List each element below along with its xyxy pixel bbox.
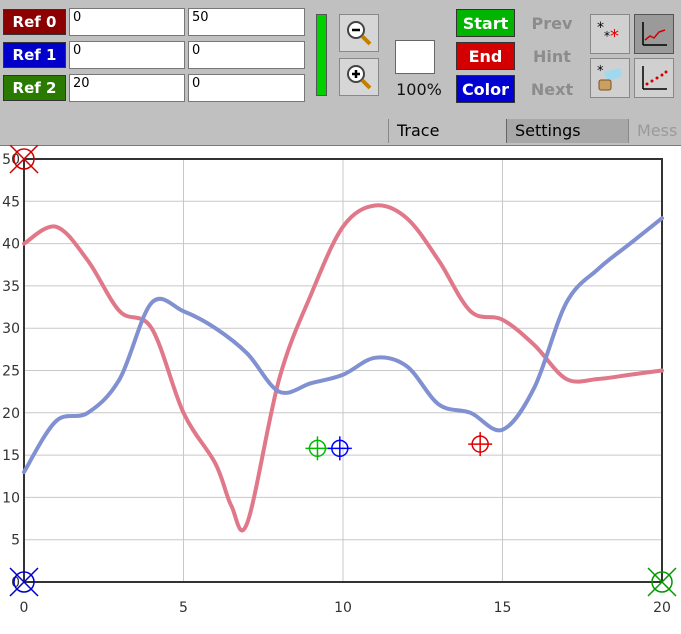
svg-text:*: * [597,64,604,79]
hint-button[interactable]: Hint [522,47,582,66]
prev-button[interactable]: Prev [522,14,582,33]
y-tick-label-4: 20 [2,406,20,422]
start-button[interactable]: Start [456,9,515,37]
tab-settings[interactable]: Settings [506,119,628,143]
sparkle-points-icon: * * * [597,20,619,47]
ref-2-x-input[interactable]: 20 [69,74,185,102]
color-button[interactable]: Color [456,75,515,103]
y-tick-label-7: 35 [2,279,20,295]
svg-text:*: * [610,26,619,47]
y-tick-label-1: 5 [11,533,20,549]
marker-4[interactable] [327,436,352,461]
end-button[interactable]: End [456,42,515,70]
spray-eraser-icon: * [597,64,622,91]
marker-2[interactable] [647,567,677,597]
ref-0-x-input[interactable]: 0 [69,8,185,36]
x-tick-label-1: 5 [179,600,188,616]
auto-point-tool-button[interactable]: * * * [590,14,630,54]
tab-messages[interactable]: Mess [628,119,681,143]
ref-1-button[interactable]: Ref 1 [3,42,66,68]
eraser-tool-button[interactable]: * [590,58,630,98]
ref-1-x-input[interactable]: 0 [69,41,185,69]
x-tick-labels: 0 5 10 15 20 [20,600,671,616]
plot-canvas[interactable]: 05101520253035404550 0 5 10 15 20 [0,145,681,634]
line-chart-icon [642,22,667,46]
y-tick-label-2: 10 [2,490,20,506]
y-tick-label-5: 25 [2,364,20,380]
ref-1-y-input[interactable]: 0 [188,41,305,69]
status-bar [316,14,327,96]
plot-grid [23,158,663,583]
x-tick-label-3: 15 [494,600,512,616]
x-tick-label-0: 0 [20,600,29,616]
zoom-out-button[interactable] [339,14,379,52]
curve-tool-button[interactable] [634,14,674,54]
y-tick-label-6: 30 [2,321,20,337]
toolbar: Ref 0 0 50 Ref 1 0 0 Ref 2 20 0 100% Sta… [0,0,681,146]
zoom-in-button[interactable] [339,58,379,96]
y-tick-label-8: 40 [2,237,20,253]
y-tick-label-9: 45 [2,194,20,210]
points-tool-button[interactable] [634,58,674,98]
y-tick-labels: 05101520253035404550 [2,152,20,591]
zoom-out-icon [347,21,372,46]
tab-trace[interactable]: Trace [388,119,506,143]
marker-1[interactable] [9,567,39,597]
ref-0-y-input[interactable]: 50 [188,8,305,36]
marker-5[interactable] [468,432,493,457]
svg-text:*: * [597,20,604,36]
x-tick-label-2: 10 [334,600,352,616]
ref-2-button[interactable]: Ref 2 [3,75,66,101]
scatter-chart-icon [642,66,668,90]
marker-0[interactable] [9,145,39,174]
zoom-percent-label: 100% [396,80,442,99]
ref-0-button[interactable]: Ref 0 [3,9,66,35]
y-tick-label-3: 15 [2,448,20,464]
x-tick-label-4: 20 [653,600,671,616]
zoom-in-icon [347,65,372,90]
ref-2-y-input[interactable]: 0 [188,74,305,102]
marker-3[interactable] [305,436,330,461]
next-button[interactable]: Next [522,80,582,99]
zoom-preview-box [395,40,435,74]
